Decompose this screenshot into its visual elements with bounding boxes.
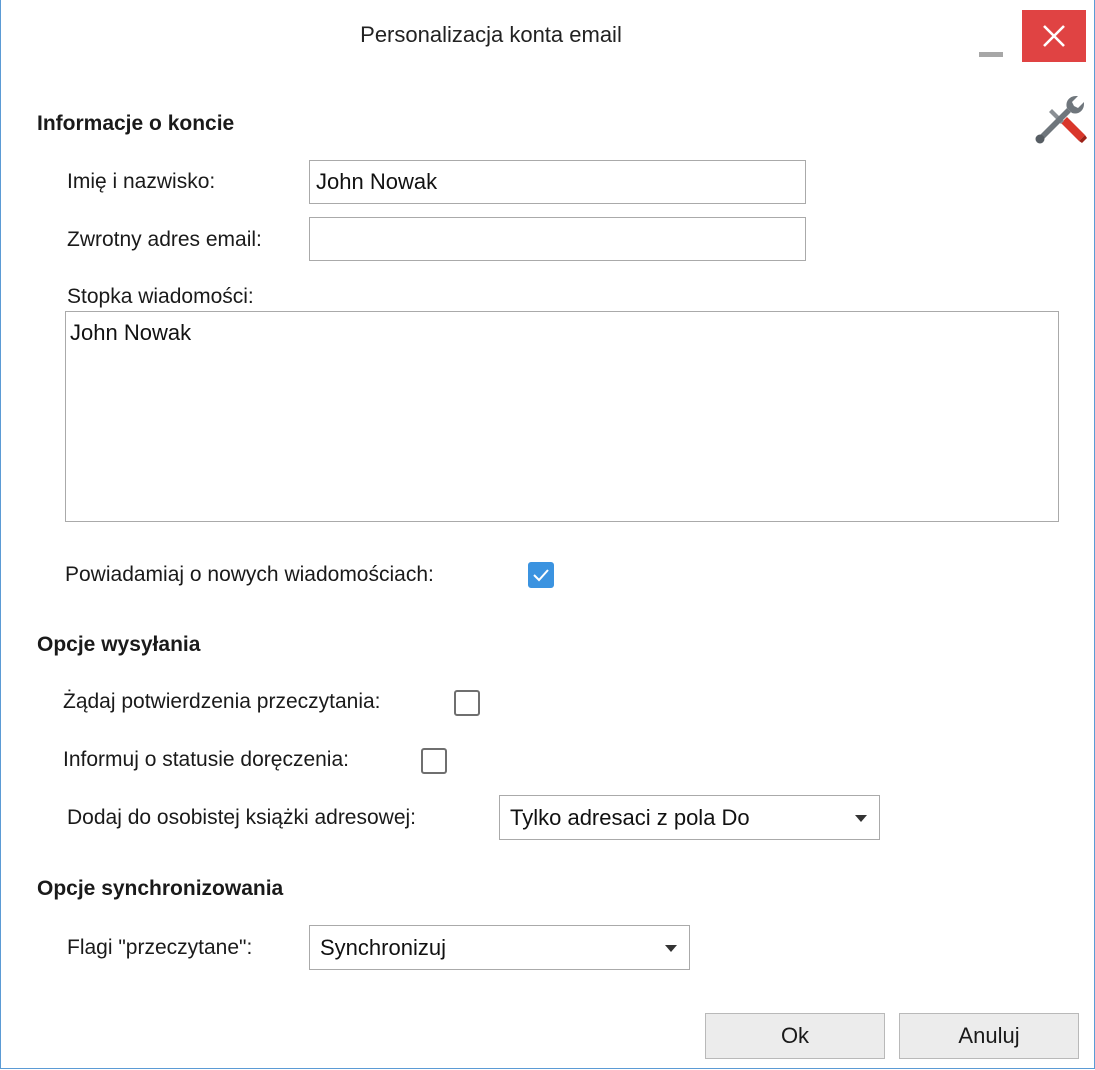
address-book-selected-value: Tylko adresaci z pola Do <box>510 804 750 830</box>
account-settings-dialog: Personalizacja konta email Informacje o … <box>0 0 1095 1069</box>
chevron-down-icon <box>855 814 867 822</box>
delivery-status-label: Informuj o statusie doręczenia: <box>63 748 349 771</box>
read-flags-label: Flagi "przeczytane": <box>67 936 253 959</box>
message-footer-label: Stopka wiadomości: <box>67 285 254 308</box>
close-button[interactable] <box>1022 10 1086 62</box>
chevron-down-icon <box>665 944 677 952</box>
minimize-button[interactable] <box>969 10 1013 60</box>
ok-button[interactable]: Ok <box>705 1013 885 1059</box>
read-receipt-checkbox[interactable] <box>454 690 480 716</box>
read-flags-select[interactable]: Synchronizuj <box>309 925 690 970</box>
reply-address-label: Zwrotny adres email: <box>67 228 262 251</box>
reply-address-input[interactable] <box>309 217 806 261</box>
checkmark-icon <box>533 569 549 582</box>
name-label: Imię i nazwisko: <box>67 170 216 193</box>
send-options-section-title: Opcje wysyłania <box>37 633 201 656</box>
minimize-icon <box>979 52 1003 57</box>
sync-options-section-title: Opcje synchronizowania <box>37 877 284 900</box>
message-footer-textarea[interactable]: John Nowak <box>65 311 1059 522</box>
address-book-select[interactable]: Tylko adresaci z pola Do <box>499 795 880 840</box>
read-receipt-label: Żądaj potwierdzenia przeczytania: <box>63 690 381 713</box>
address-book-label: Dodaj do osobistej książki adresowej: <box>67 806 417 829</box>
delivery-status-checkbox[interactable] <box>421 748 447 774</box>
notify-new-messages-checkbox[interactable] <box>528 562 554 588</box>
cancel-button[interactable]: Anuluj <box>899 1013 1079 1059</box>
name-input[interactable] <box>309 160 806 204</box>
dialog-title: Personalizacja konta email <box>360 22 622 47</box>
close-icon <box>1043 25 1065 47</box>
notify-new-messages-label: Powiadamiaj o nowych wiadomościach: <box>65 563 434 586</box>
read-flags-selected-value: Synchronizuj <box>320 934 446 960</box>
account-info-section-title: Informacje o koncie <box>37 112 235 135</box>
tools-icon <box>1035 96 1087 144</box>
